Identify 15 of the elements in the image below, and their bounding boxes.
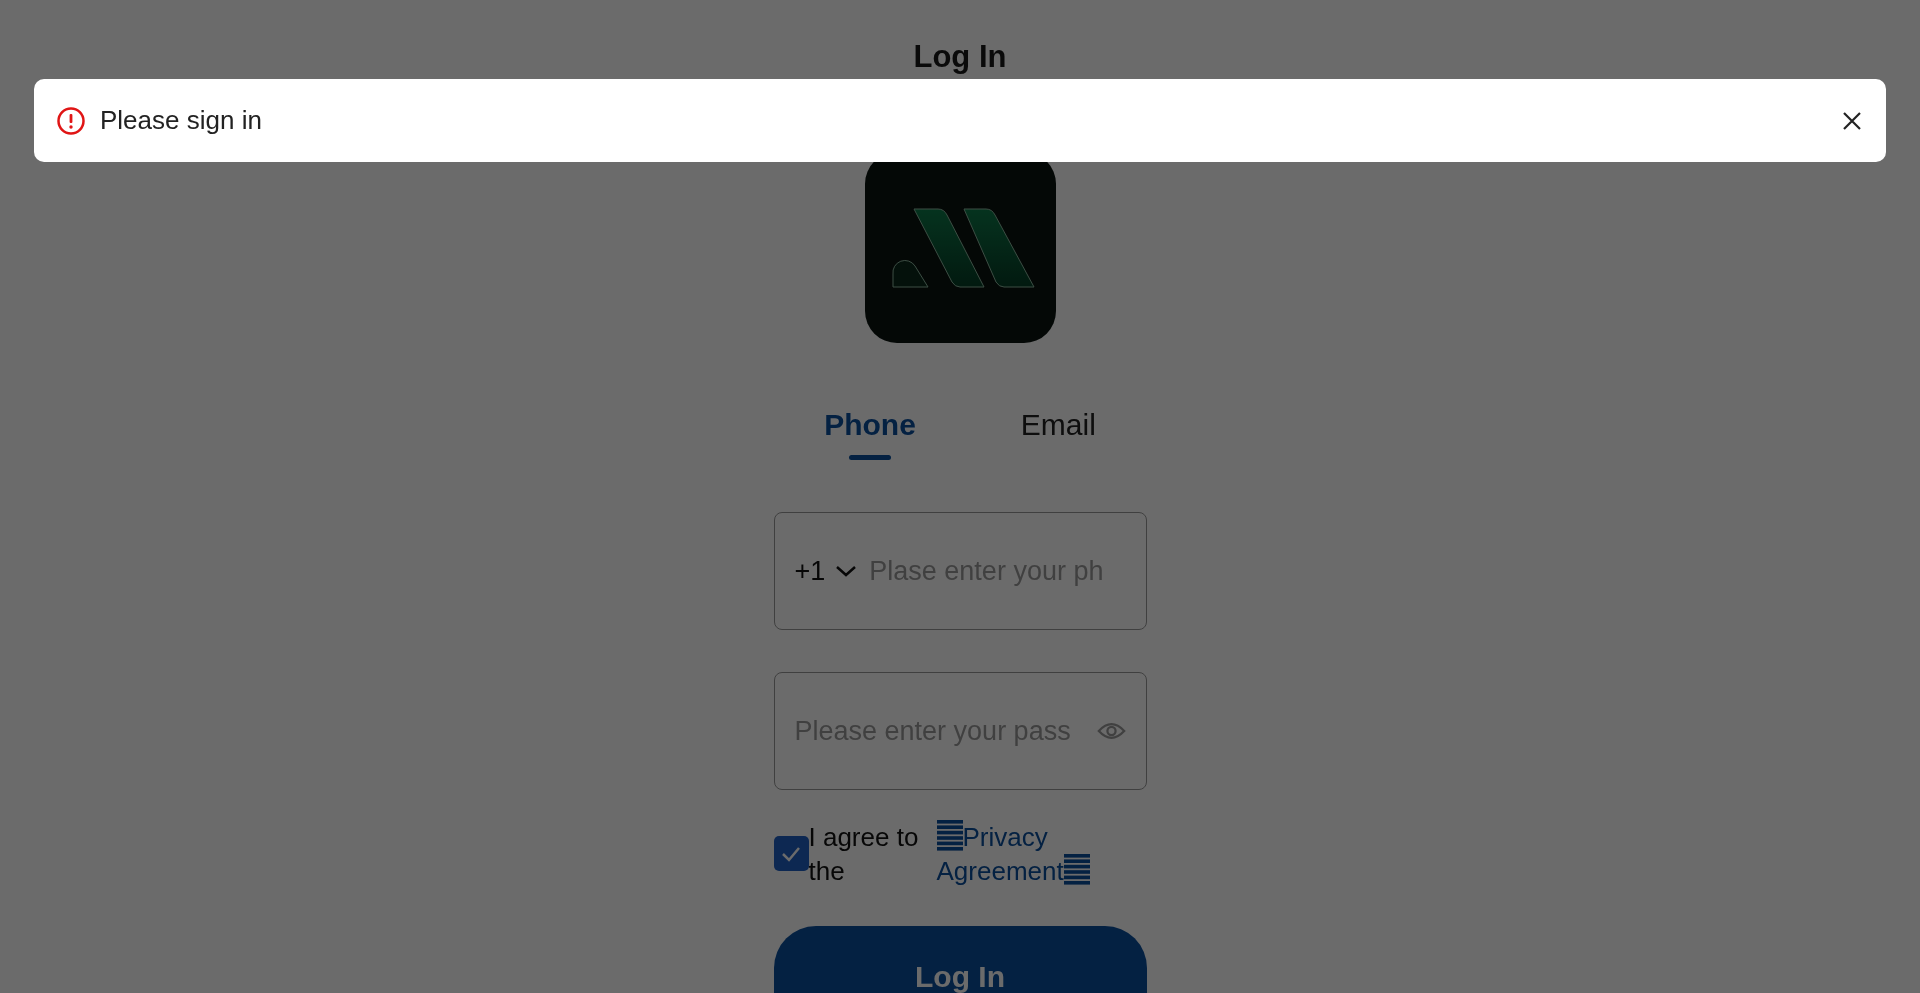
privacy-agreement-link[interactable]: Privacy Agreement [936, 820, 1107, 888]
agreement-text: I agree to the [808, 821, 920, 888]
chevron-down-icon [835, 564, 858, 578]
missing-glyph-icon [936, 820, 963, 852]
login-button[interactable]: Log In [773, 926, 1147, 993]
country-code-dropdown[interactable]: +1 [794, 555, 858, 587]
missing-glyph-icon [1063, 854, 1090, 886]
alert-icon [56, 105, 86, 136]
agree-checkbox[interactable] [773, 836, 809, 871]
check-icon [781, 845, 801, 862]
login-tab[interactable]: Phone [824, 407, 916, 460]
toast-message: Please sign in [100, 105, 263, 136]
login-tab[interactable]: Email [1020, 407, 1096, 460]
page-title: Log In [913, 38, 1007, 76]
eye-icon[interactable] [1096, 720, 1126, 742]
